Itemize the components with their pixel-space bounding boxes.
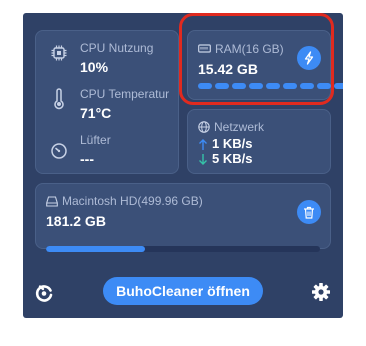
disk-usage-fill [46, 246, 145, 252]
ram-highlight-outline [179, 13, 334, 105]
ram-meter-segment [334, 83, 343, 89]
fan-row: Lüfter --- [48, 133, 111, 168]
fan-label: Lüfter [80, 133, 111, 147]
cpu-temperature-value: 71°C [80, 105, 112, 121]
system-stats-card: CPU Nutzung 10% CPU Temperatur 71°C Lüft… [35, 30, 179, 174]
open-buhocleaner-button[interactable]: BuhoCleaner öffnen [103, 277, 263, 305]
disk-value: 181.2 GB [46, 213, 106, 229]
buho-logo-icon[interactable] [34, 283, 54, 303]
network-label: Netzwerk [214, 120, 265, 134]
network-card: Netzwerk 1 KB/s 5 KB/s [187, 109, 331, 174]
thermometer-icon [48, 87, 70, 111]
disk-label: Macintosh HD(499.96 GB) [62, 194, 203, 208]
upload-row: 1 KB/s [198, 137, 252, 151]
disk-card: Macintosh HD(499.96 GB) 181.2 GB [35, 183, 331, 252]
arrow-down-icon [198, 153, 208, 166]
upload-speed: 1 KB/s [212, 136, 253, 151]
cpu-temperature-row: CPU Temperatur 71°C [48, 87, 169, 122]
network-header: Netzwerk [198, 120, 264, 134]
disk-icon [46, 195, 58, 207]
cpu-usage-value: 10% [80, 59, 109, 75]
arrow-up-icon [198, 138, 208, 151]
gear-icon[interactable] [311, 282, 331, 302]
cpu-usage-label: CPU Nutzung [80, 41, 154, 55]
cpu-chip-icon [48, 41, 70, 65]
cpu-usage-row: CPU Nutzung 10% [48, 41, 153, 76]
disk-clean-button[interactable] [297, 200, 321, 224]
disk-header: Macintosh HD(499.96 GB) [46, 194, 203, 208]
download-speed: 5 KB/s [212, 151, 253, 166]
globe-icon [198, 121, 210, 133]
fan-gauge-icon [48, 139, 70, 163]
trash-icon [303, 206, 315, 219]
download-row: 5 KB/s [198, 152, 252, 166]
cpu-temperature-label: CPU Temperatur [80, 87, 170, 101]
disk-usage-bar [46, 246, 320, 252]
fan-value: --- [80, 151, 94, 167]
